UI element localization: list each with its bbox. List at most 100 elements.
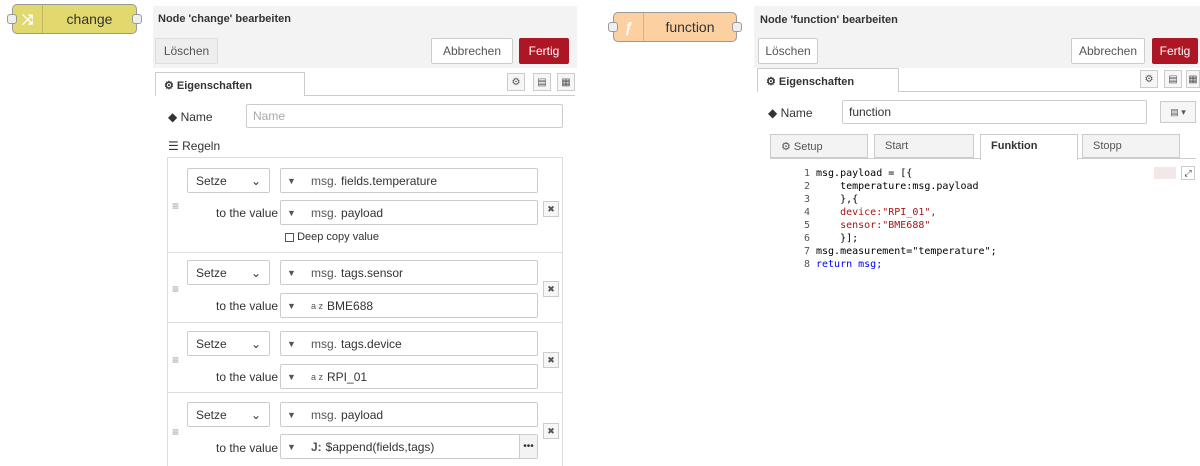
function-node-icon: ƒ (614, 13, 644, 41)
library-icon[interactable]: ▤ ▾ (1160, 101, 1196, 123)
change-node[interactable]: ⤨ change (12, 4, 137, 34)
appearance-icon[interactable]: ▦ (557, 73, 575, 91)
rule-3-action-select[interactable]: Setze ⌄ (187, 331, 270, 356)
code-line: }]; (816, 233, 859, 244)
code-line: device:"RPI_01", (816, 207, 937, 218)
settings-icon[interactable]: ⚙ (507, 73, 525, 91)
type-dropdown-icon[interactable]: ▼ (281, 176, 311, 186)
checkbox-icon[interactable] (285, 232, 294, 242)
list-icon: ☰ (168, 139, 179, 153)
tab-setup[interactable]: ⚙ Setup (770, 134, 868, 158)
deep-copy-label: Deep copy value (297, 231, 380, 243)
rule-3-to-value-label: to the value (216, 370, 279, 384)
rule-1-to-value-label: to the value (216, 206, 279, 220)
type-dropdown-icon[interactable]: ▼ (281, 208, 311, 218)
tab-function[interactable]: Funktion (980, 134, 1078, 160)
rule-2-target-input[interactable]: ▼ msg. tags.sensor (280, 260, 538, 285)
rule-3-target-input[interactable]: ▼ msg. tags.device (280, 331, 538, 356)
function-node-label: function (665, 19, 715, 35)
rule-3-target: tags.device (341, 336, 402, 351)
function-node[interactable]: ƒ function (613, 12, 737, 42)
rule-4-value-input[interactable]: ▼ J: $append(fields,tags) ••• (280, 434, 538, 459)
type-dropdown-icon[interactable]: ▼ (281, 410, 311, 420)
type-dropdown-icon[interactable]: ▼ (281, 372, 311, 382)
rule-3-action: Setze (196, 336, 227, 351)
code-line: msg.payload = [{ (816, 168, 913, 179)
rule-1-action-select[interactable]: Setze ⌄ (187, 168, 270, 193)
function-tab-properties[interactable]: ⚙ Eigenschaften (757, 68, 899, 92)
function-output-port[interactable] (732, 22, 742, 32)
deep-copy-checkbox[interactable]: Deep copy value (285, 231, 379, 243)
line-number: 7 (803, 246, 810, 257)
rule-2-value-prefix: a z (311, 300, 324, 311)
change-name-input[interactable]: Name (246, 104, 563, 128)
rule-4-target-prefix: msg. (311, 407, 338, 422)
line-number: 4 (803, 207, 810, 218)
change-done-button[interactable]: Fertig (519, 38, 569, 64)
rule-2-target-prefix: msg. (311, 265, 338, 280)
change-input-port[interactable] (7, 14, 17, 24)
change-cancel-button[interactable]: Abbrechen (431, 38, 513, 64)
rule-1-delete-icon[interactable]: ✖ (543, 201, 559, 217)
rule-4-target-input[interactable]: ▼ msg. payload (280, 402, 538, 427)
rule-1-target-prefix: msg. (311, 173, 338, 188)
function-input-port[interactable] (608, 22, 618, 32)
function-panel-title: Node 'function' bearbeiten (760, 14, 898, 26)
change-name-label: ◆ Name (168, 110, 213, 124)
expand-editor-icon[interactable]: ••• (519, 435, 537, 458)
rule-3-value-input[interactable]: ▼ a z RPI_01 (280, 364, 538, 389)
function-tab-line (899, 91, 1200, 92)
rules-label: ☰ Regeln (168, 139, 220, 153)
appearance-icon[interactable]: ▦ (1186, 70, 1200, 88)
rule-1-action: Setze (196, 173, 227, 188)
rule-2-value-input[interactable]: ▼ a z BME688 (280, 293, 538, 318)
type-dropdown-icon[interactable]: ▼ (281, 339, 311, 349)
rule-2-delete-icon[interactable]: ✖ (543, 281, 559, 297)
function-tabs-line-right (1078, 158, 1196, 159)
function-cancel-button[interactable]: Abbrechen (1071, 38, 1145, 64)
code-editor-content[interactable]: 1 msg.payload = [{ 2 temperature:msg.payl… (770, 167, 1150, 275)
drag-handle-icon[interactable]: ≡ (172, 282, 179, 296)
function-done-button[interactable]: Fertig (1152, 38, 1198, 64)
function-name-input[interactable]: function (842, 100, 1147, 124)
drag-handle-icon[interactable]: ≡ (172, 425, 179, 439)
type-dropdown-icon[interactable]: ▼ (281, 268, 311, 278)
minimap[interactable] (1154, 167, 1176, 179)
rule-4-value-prefix: J: (311, 439, 322, 454)
rule-4-action-select[interactable]: Setze ⌄ (187, 402, 270, 427)
rule-4-delete-icon[interactable]: ✖ (543, 423, 559, 439)
line-number: 1 (803, 168, 810, 179)
chevron-down-icon: ⌄ (250, 265, 261, 280)
settings-icon[interactable]: ⚙ (1140, 70, 1158, 88)
function-delete-button[interactable]: Löschen (758, 38, 818, 64)
rule-2-target: tags.sensor (341, 265, 404, 280)
rule-2-action-select[interactable]: Setze ⌄ (187, 260, 270, 285)
tab-start[interactable]: Start (874, 134, 974, 158)
code-line: return msg; (816, 259, 883, 270)
tag-icon: ◆ (168, 110, 178, 124)
line-number: 6 (803, 233, 810, 244)
name-label-text: Name (180, 110, 213, 124)
code-line: sensor:"BME688" (816, 220, 931, 231)
rule-3-delete-icon[interactable]: ✖ (543, 352, 559, 368)
rule-3-value-prefix: a z (311, 371, 324, 382)
type-dropdown-icon[interactable]: ▼ (281, 442, 311, 452)
rule-1-value-input[interactable]: ▼ msg. payload (280, 200, 538, 225)
drag-handle-icon[interactable]: ≡ (172, 353, 179, 367)
change-output-port[interactable] (132, 14, 142, 24)
drag-handle-icon[interactable]: ≡ (172, 199, 179, 213)
change-panel-title: Node 'change' bearbeiten (158, 13, 291, 25)
function-name-value: function (849, 105, 892, 119)
rule-4-value: $append(fields,tags) (325, 439, 435, 454)
tab-stop[interactable]: Stopp (1082, 134, 1180, 158)
description-icon[interactable]: ▤ (1164, 70, 1182, 88)
rule-1-target-input[interactable]: ▼ msg. fields.temperature (280, 168, 538, 193)
change-tab-properties[interactable]: ⚙ Eigenschaften (155, 72, 305, 96)
chevron-down-icon: ⌄ (250, 407, 261, 422)
change-delete-button[interactable]: Löschen (155, 38, 218, 64)
chevron-down-icon: ⌄ (250, 336, 261, 351)
expand-icon[interactable]: ⤢ (1181, 166, 1195, 180)
type-dropdown-icon[interactable]: ▼ (281, 301, 311, 311)
line-number: 2 (803, 181, 810, 192)
description-icon[interactable]: ▤ (533, 73, 551, 91)
